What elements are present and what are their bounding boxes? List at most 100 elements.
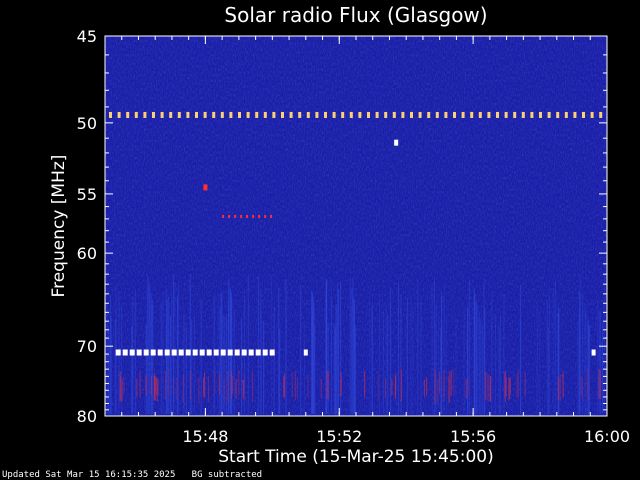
y-tick-label: 70 [77,337,97,356]
y-tick-label: 60 [77,244,97,263]
dotted-line-dot [150,349,156,356]
dotted-line-dot [513,111,517,118]
x-tick-label: 16:00 [584,427,630,446]
dotted-line-dot [160,111,164,118]
dotted-line-dot [213,349,219,356]
dotted-line-dot [186,111,190,118]
x-axis-label: Start Time (15-Mar-25 15:45:00) [218,447,493,467]
dotted-line-dot [246,111,250,118]
x-tick-label: 15:52 [316,427,362,446]
dotted-line-dot [199,349,205,356]
dotted-line-dot [164,349,170,356]
dotted-line-dot [530,111,534,118]
dotted-line-dot [143,111,147,118]
short-dotted-dot [240,214,243,218]
dotted-line-dot [152,111,155,118]
dotted-line-dot [599,111,603,118]
dotted-line-dot [367,111,370,118]
chart-title: Solar radio Flux (Glasgow) [224,3,487,27]
short-dotted-dot [264,214,267,218]
short-dotted-dot [258,214,261,218]
dotted-line-dot [238,111,241,118]
footer-note: BG subtracted [191,470,263,480]
dotted-line-dot [341,111,345,118]
dotted-line-dot [177,111,181,118]
dotted-line-dot [582,111,585,118]
dotted-line-dot [392,111,396,118]
dotted-line-dot [375,111,379,118]
dotted-line-dot [195,111,198,118]
y-axis-label: Frequency [MHz] [49,155,69,298]
dotted-line-dot [262,349,268,356]
y-tick-label: 55 [77,185,97,204]
short-dotted-dot [270,214,273,218]
feature-point [203,184,208,191]
dotted-line-dot [461,111,465,118]
dotted-line-dot [358,111,362,118]
dotted-line-dot [248,349,254,356]
dotted-line-dot [435,111,439,118]
dotted-line-dot [504,111,508,118]
dotted-line-dot [136,349,142,356]
dotted-line-dot [306,111,310,118]
dotted-line-dot [220,349,226,356]
y-tick-label: 50 [77,114,97,133]
footer: Updated Sat Mar 15 16:15:35 2025 BG subt… [2,470,262,480]
short-dotted-dot [252,214,255,218]
feature-point [591,349,596,356]
dotted-line-dot [324,111,327,118]
footer-updated: Updated Sat Mar 15 16:15:35 2025 [2,470,176,480]
dotted-line-dot [470,111,474,118]
dotted-line-dot [298,111,302,118]
dotted-line-dot [315,111,319,118]
dotted-line-dot [122,349,128,356]
dotted-line-dot [496,111,499,118]
dotted-line-dot [212,111,216,118]
dotted-line-dot [117,111,121,118]
dotted-line-dot [590,111,594,118]
dotted-line-dot [289,111,293,118]
y-tick-label: 80 [77,407,97,426]
dotted-line-dot [185,349,191,356]
dotted-line-dot [573,111,577,118]
dotted-line-dot [234,349,240,356]
dotted-line-dot [109,111,112,118]
dotted-line-dot [157,349,163,356]
x-tick-label: 15:56 [450,427,496,446]
dotted-line-dot [129,349,135,356]
dotted-line-dot [229,111,233,118]
dotted-line-dot [401,111,405,118]
dotted-line-dot [126,111,130,118]
short-dotted-dot [228,214,231,218]
dotted-line-dot [478,111,482,118]
dotted-line-dot [453,111,456,118]
dotted-line-dot [539,111,542,118]
dotted-line-dot [143,349,149,356]
short-dotted-dot [246,214,249,218]
dotted-line-dot [115,349,121,356]
dotted-line-dot [281,111,284,118]
dotted-line-dot [169,111,173,118]
dotted-line-dot [227,349,233,356]
dotted-line-dot [255,111,259,118]
dotted-line-dot [272,111,276,118]
x-tick-label: 15:48 [182,427,228,446]
dotted-line-dot [349,111,353,118]
dotted-line-dot [427,111,431,118]
short-dotted-dot [222,214,225,218]
dotted-line-dot [564,111,568,118]
dotted-line-dot [487,111,491,118]
dotted-line-dot [556,111,560,118]
dotted-line-dot [171,349,177,356]
dotted-line-dot [220,111,224,118]
dotted-line-dot [418,111,422,118]
dotted-line-dot [444,111,448,118]
feature-point [394,139,399,146]
dotted-line-dot [203,111,207,118]
dotted-line-dot [178,349,184,356]
dotted-line-dot [269,349,275,356]
y-tick-label: 45 [77,27,97,46]
spectrogram-chart: 45 50 55 60 70 80 15:48 15:52 15:56 16:00 Solar … [49,3,630,467]
dotted-line-dot [255,349,261,356]
dotted-line-dot [410,111,413,118]
